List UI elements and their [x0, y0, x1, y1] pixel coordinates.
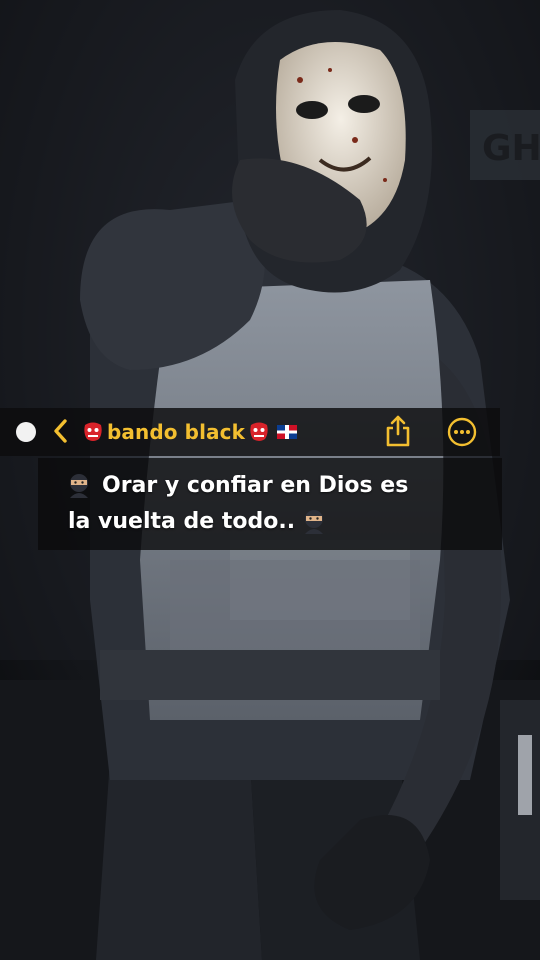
- svg-text:GH: GH: [482, 128, 540, 169]
- message-line-1: Orar y confiar en Dios es: [66, 472, 408, 498]
- ninja-icon: [305, 510, 324, 534]
- message-line-2: la vuelta de todo..: [68, 508, 327, 534]
- goblin-mask-icon: [250, 422, 268, 441]
- chat-header: bando black: [0, 408, 500, 456]
- more-options-icon[interactable]: [447, 417, 477, 447]
- goblin-mask-icon: [84, 422, 102, 441]
- share-icon[interactable]: [384, 414, 412, 448]
- message-text-2: la vuelta de todo..: [68, 508, 296, 534]
- message-caption: Orar y confiar en Dios es la vuelta de t…: [38, 458, 502, 550]
- back-chevron-icon[interactable]: [50, 418, 72, 444]
- chat-title: bando black: [107, 420, 245, 444]
- status-dot-icon: [16, 422, 36, 442]
- ninja-icon: [70, 474, 88, 498]
- chat-title-group[interactable]: bando black: [82, 418, 297, 446]
- message-text-1: Orar y confiar en Dios es: [102, 472, 409, 498]
- dominican-flag-icon: [277, 425, 297, 439]
